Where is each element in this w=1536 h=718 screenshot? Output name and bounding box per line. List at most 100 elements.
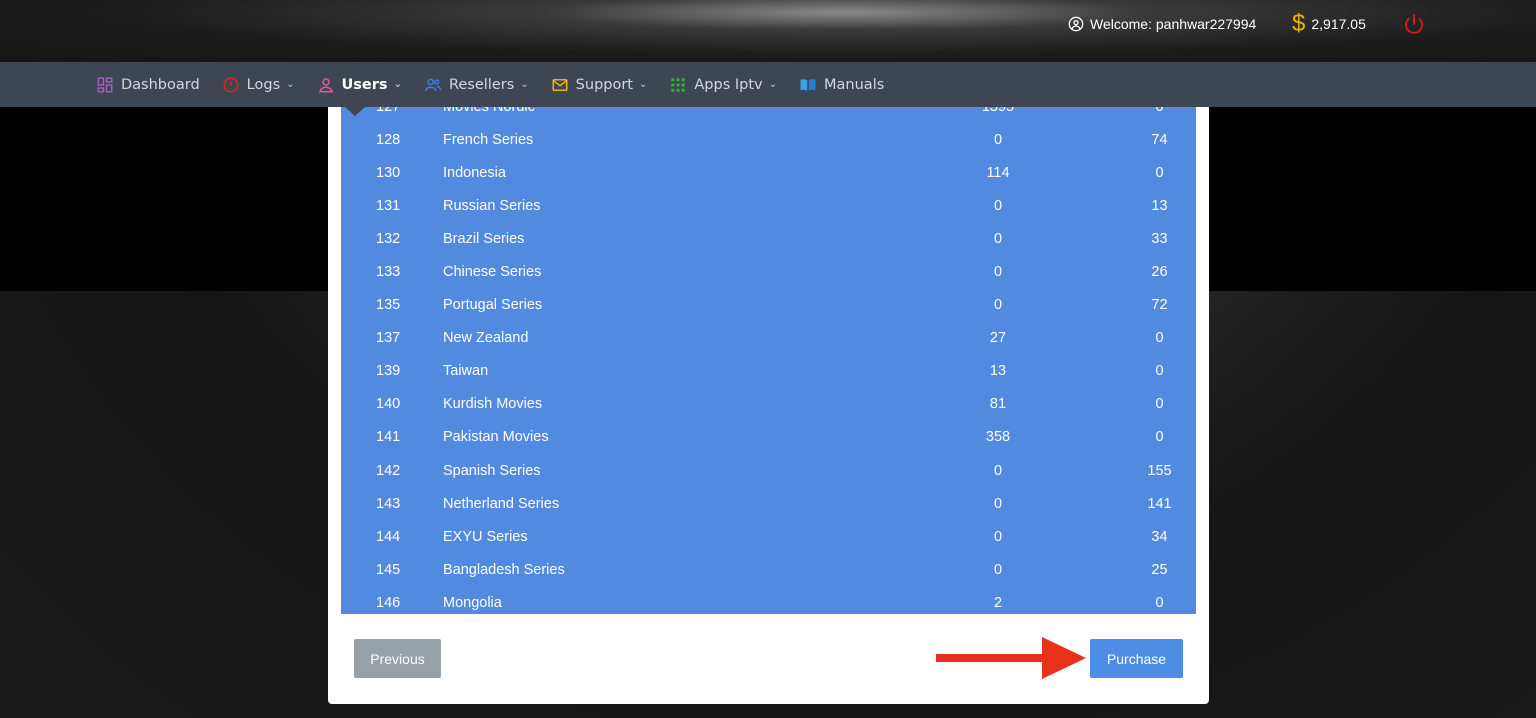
cell-value-a: 2 — [993, 594, 1003, 611]
cell-name: Russian Series — [443, 197, 541, 214]
users-icon — [424, 78, 442, 91]
cell-value-b: 0 — [1155, 429, 1164, 446]
cell-value-b: 74 — [1151, 131, 1168, 148]
cell-value-b: 34 — [1151, 528, 1168, 545]
cell-value-a: 13 — [989, 363, 1007, 380]
main-navbar: Dashboard Logs ⌄ Users ⌄ Resellers ⌄ Sup… — [0, 62, 1536, 107]
cell-value-b: 72 — [1151, 297, 1168, 314]
cell-id: 143 — [376, 495, 401, 512]
nav-label: Manuals — [824, 76, 885, 93]
cell-value-a: 0 — [993, 264, 1003, 281]
cell-value-a: 0 — [993, 495, 1003, 512]
nav-label: Logs — [246, 76, 281, 93]
nav-item-resellers[interactable]: Resellers ⌄ — [424, 76, 529, 94]
cell-name: Kurdish Movies — [443, 396, 543, 413]
cell-name: Spanish Series — [443, 462, 541, 479]
cell-name: Brazil Series — [443, 230, 525, 247]
table-row: 132 Brazil Series 0 33 — [341, 222, 1196, 255]
cell-id: 146 — [376, 594, 401, 611]
welcome-text: Welcome: panhwar227994 — [1090, 16, 1257, 32]
cell-value-a: 114 — [986, 164, 1010, 181]
dashboard-icon — [97, 77, 113, 92]
table-row: 140 Kurdish Movies 81 0 — [341, 388, 1196, 421]
user-circle-icon — [1068, 16, 1084, 32]
chevron-down-icon: ⌄ — [639, 79, 648, 90]
cell-value-b: 155 — [1147, 462, 1172, 479]
cell-id: 130 — [376, 164, 401, 181]
cell-name: Portugal Series — [443, 297, 543, 314]
chevron-down-icon: ⌄ — [393, 79, 402, 90]
purchase-button[interactable]: Purchase — [1090, 639, 1183, 678]
cell-value-a: 0 — [993, 230, 1003, 247]
cell-id: 137 — [376, 330, 401, 347]
cell-id: 142 — [376, 462, 401, 479]
user-icon — [318, 77, 333, 92]
cell-name: Taiwan — [443, 363, 489, 380]
cell-id: 128 — [376, 131, 401, 148]
table-row: 139 Taiwan 13 0 — [341, 355, 1196, 388]
cell-id: 131 — [376, 197, 401, 214]
cell-value-b: 33 — [1151, 230, 1168, 247]
nav-item-apps-iptv[interactable]: Apps Iptv ⌄ — [669, 76, 777, 94]
cell-value-a: 1395 — [873, 107, 1123, 123]
nav-item-support[interactable]: Support ⌄ — [551, 76, 648, 94]
cell-name: New Zealand — [443, 330, 529, 347]
cell-value-a: 0 — [993, 197, 1003, 214]
cell-name: EXYU Series — [443, 528, 528, 545]
table-row: 143 Netherland Series 0 141 — [341, 487, 1196, 520]
nav-item-logs[interactable]: Logs ⌄ — [222, 76, 295, 94]
cell-value-b: 0 — [1155, 594, 1164, 611]
previous-button[interactable]: Previous — [354, 639, 441, 678]
nav-label: Support — [575, 76, 633, 93]
cell-id: 133 — [376, 264, 401, 281]
power-icon[interactable] — [1402, 12, 1426, 36]
table-row: 127Movies Nordic13950 — [341, 107, 1196, 123]
alert-circle-icon — [223, 77, 239, 92]
nav-item-manuals[interactable]: Manuals — [799, 76, 884, 94]
bouquet-table: 127Movies Nordic13950 128 French Series 0 74… — [341, 107, 1196, 614]
cell-name: Indonesia — [443, 164, 506, 181]
cell-value-a: 358 — [985, 429, 1011, 446]
chevron-down-icon: ⌄ — [286, 79, 295, 90]
nav-label: Users — [341, 76, 388, 93]
cell-value-a: 0 — [993, 297, 1003, 314]
mail-icon — [552, 78, 568, 91]
table-row: 137 New Zealand 27 0 — [341, 322, 1196, 355]
dollar-icon: $ — [1292, 10, 1306, 37]
table-row: 144 EXYU Series 0 34 — [341, 520, 1196, 553]
cell-name: Pakistan Movies — [443, 429, 549, 446]
arrow-annotation-icon — [936, 637, 1086, 679]
cell-value-b: 13 — [1151, 197, 1168, 214]
cell-value-a: 0 — [993, 462, 1003, 479]
cell-id: 139 — [376, 363, 401, 380]
chevron-down-icon: ⌄ — [768, 79, 778, 90]
balance-display: $ 2,917.05 — [1292, 12, 1366, 36]
balance-value: 2,917.05 — [1311, 16, 1366, 32]
cell-name: Bangladesh Series — [443, 561, 565, 578]
cell-id: 132 — [376, 230, 401, 247]
cell-value-b: 26 — [1151, 264, 1168, 281]
nav-label: Dashboard — [121, 76, 200, 93]
cell-value-b: 0 — [1155, 363, 1164, 380]
cell-value-a: 0 — [993, 131, 1003, 148]
table-row: 131 Russian Series 0 13 — [341, 189, 1196, 222]
cell-name: Netherland Series — [443, 495, 560, 512]
cell-id: 141 — [376, 429, 401, 446]
table-row: 145 Bangladesh Series 0 25 — [341, 553, 1196, 586]
welcome-user[interactable]: Welcome: panhwar227994 — [1068, 16, 1256, 32]
nav-item-dashboard[interactable]: Dashboard — [96, 76, 200, 94]
cell-name: French Series — [443, 131, 534, 148]
cell-id: 144 — [376, 528, 401, 545]
cell-value-a: 0 — [993, 561, 1003, 578]
cell-value-b: 0 — [1155, 330, 1164, 347]
table-row: 142 Spanish Series 0 155 — [341, 454, 1196, 487]
cell-value-a: 81 — [989, 396, 1007, 413]
bouquet-table-container[interactable]: 127Movies Nordic13950 128 French Series 0 74… — [341, 107, 1196, 614]
nav-pointer — [345, 107, 365, 116]
nav-label: Resellers — [448, 76, 515, 93]
grid-icon — [671, 77, 686, 92]
table-row: 128 French Series 0 74 — [341, 123, 1196, 156]
table-row: 133 Chinese Series 0 26 — [341, 255, 1196, 288]
table-row: 146 Mongolia 2 0 — [341, 586, 1196, 614]
nav-item-users[interactable]: Users ⌄ — [317, 76, 402, 94]
